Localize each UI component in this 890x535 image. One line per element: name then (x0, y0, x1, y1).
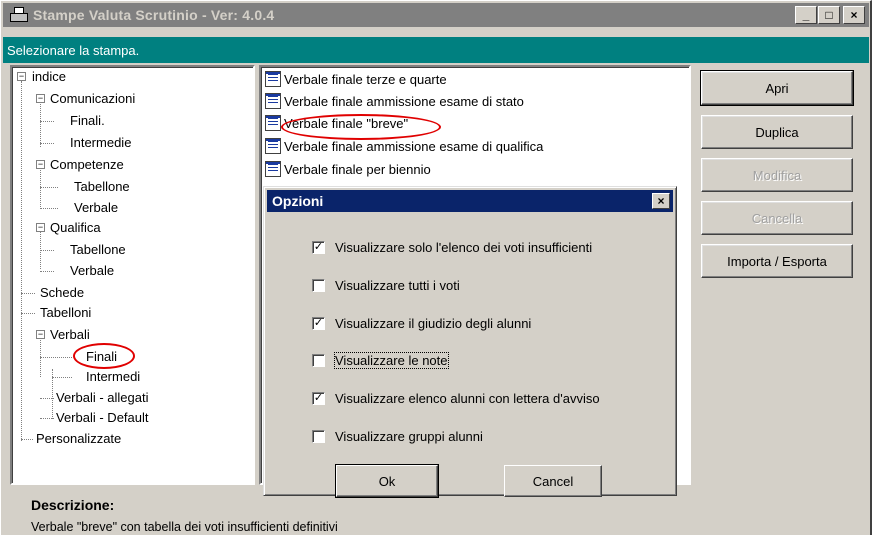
tree-node-qualifica[interactable]: Qualifica (50, 220, 101, 236)
dialog-title-bar[interactable]: Opzioni × (267, 190, 673, 212)
option-checkbox-row[interactable]: Visualizzare tutti i voti (312, 278, 460, 293)
option-label: Visualizzare gruppi alunni (335, 429, 483, 444)
cancel-button[interactable]: Cancel (504, 465, 602, 497)
list-item-label: Verbale finale per biennio (284, 161, 431, 177)
tree-collapse-icon[interactable]: − (36, 330, 45, 339)
document-icon (265, 115, 281, 131)
printer-icon (9, 6, 29, 24)
tree-collapse-icon[interactable]: − (36, 223, 45, 232)
highlight-circle (281, 114, 441, 140)
option-checkbox-row[interactable]: ✓ Visualizzare elenco alunni con lettera… (312, 391, 600, 406)
window-title: Stampe Valuta Scrutinio - Ver: 4.0.4 (33, 7, 275, 23)
highlight-circle (73, 343, 135, 369)
description-area: Descrizione: Verbale "breve" con tabella… (31, 497, 338, 534)
main-window: Stampe Valuta Scrutinio - Ver: 4.0.4 _ □… (0, 0, 872, 535)
tree-node-personalizzate[interactable]: Personalizzate (36, 431, 121, 447)
tree-node-qualifica-tabellone[interactable]: Tabellone (70, 242, 126, 258)
checkbox[interactable] (312, 430, 325, 443)
list-item[interactable]: Verbale finale ammissione esame di quali… (265, 138, 543, 154)
tree-node-comunicazioni[interactable]: Comunicazioni (50, 91, 135, 107)
dialog-title: Opzioni (272, 193, 324, 209)
duplicate-button[interactable]: Duplica (701, 115, 853, 149)
tree-collapse-icon[interactable]: − (17, 72, 26, 81)
ok-button[interactable]: Ok (335, 464, 439, 498)
list-item-label: Verbale finale ammissione esame di stato (284, 93, 524, 109)
document-icon (265, 71, 281, 87)
tree-collapse-icon[interactable]: − (36, 94, 45, 103)
tree-node-verbali-intermedi[interactable]: Intermedi (86, 369, 140, 385)
option-label: Visualizzare elenco alunni con lettera d… (335, 391, 600, 406)
option-checkbox-row[interactable]: ✓ Visualizzare il giudizio degli alunni (312, 316, 531, 331)
tree-node-competenze[interactable]: Competenze (50, 157, 124, 173)
list-item[interactable]: Verbale finale terze e quarte (265, 71, 447, 87)
close-button[interactable]: × (843, 6, 865, 24)
option-checkbox-row[interactable]: ✓ Visualizzare solo l'elenco dei voti in… (312, 240, 592, 255)
tree-node-comunicazioni-intermedie[interactable]: Intermedie (70, 135, 131, 151)
tree-node-indice[interactable]: indice (32, 69, 66, 85)
tree-node-competenze-tabellone[interactable]: Tabellone (74, 179, 130, 195)
options-dialog: Opzioni × ✓ Visualizzare solo l'elenco d… (263, 186, 677, 498)
tree-node-tabelloni[interactable]: Tabelloni (40, 305, 91, 321)
option-checkbox-row[interactable]: Visualizzare le note (312, 352, 449, 369)
tree-collapse-icon[interactable]: − (36, 160, 45, 169)
list-item-label: Verbale finale ammissione esame di quali… (284, 138, 544, 154)
tree-node-verbali[interactable]: Verbali (50, 327, 90, 343)
checkbox[interactable] (312, 279, 325, 292)
tree-node-verbali-default[interactable]: Verbali - Default (56, 410, 149, 426)
option-label: Visualizzare le note (334, 352, 449, 369)
instruction-banner: Selezionare la stampa. (3, 37, 869, 63)
tree-node-comunicazioni-finali[interactable]: Finali. (70, 113, 105, 129)
checkbox[interactable]: ✓ (312, 317, 325, 330)
checkbox[interactable] (312, 354, 325, 367)
import-export-button[interactable]: Importa / Esporta (701, 244, 853, 278)
title-bar[interactable]: Stampe Valuta Scrutinio - Ver: 4.0.4 _ □… (3, 3, 869, 27)
tree-node-schede[interactable]: Schede (40, 285, 84, 301)
checkbox[interactable]: ✓ (312, 241, 325, 254)
description-label: Descrizione: (31, 497, 115, 513)
document-icon (265, 93, 281, 109)
dialog-close-button[interactable]: × (652, 193, 670, 209)
document-icon (265, 138, 281, 154)
tree-node-competenze-verbale[interactable]: Verbale (74, 200, 118, 216)
print-tree[interactable]: − indice − Comunicazioni Finali. Interme… (10, 65, 255, 485)
document-icon (265, 161, 281, 177)
tree-node-qualifica-verbale[interactable]: Verbale (70, 263, 114, 279)
delete-button[interactable]: Cancella (701, 201, 853, 235)
tree-node-verbali-allegati[interactable]: Verbali - allegati (56, 390, 149, 406)
checkbox[interactable]: ✓ (312, 392, 325, 405)
open-button[interactable]: Apri (700, 70, 854, 106)
minimize-button[interactable]: _ (795, 6, 817, 24)
description-text: Verbale "breve" con tabella dei voti ins… (31, 520, 338, 534)
option-label: Visualizzare il giudizio degli alunni (335, 316, 532, 331)
list-item[interactable]: Verbale finale ammissione esame di stato (265, 93, 524, 109)
list-item-label: Verbale finale terze e quarte (284, 71, 447, 87)
list-item[interactable]: Verbale finale per biennio (265, 161, 431, 177)
option-label: Visualizzare tutti i voti (335, 278, 460, 293)
maximize-button[interactable]: □ (818, 6, 840, 24)
option-label: Visualizzare solo l'elenco dei voti insu… (335, 240, 593, 255)
edit-button[interactable]: Modifica (701, 158, 853, 192)
option-checkbox-row[interactable]: Visualizzare gruppi alunni (312, 429, 483, 444)
